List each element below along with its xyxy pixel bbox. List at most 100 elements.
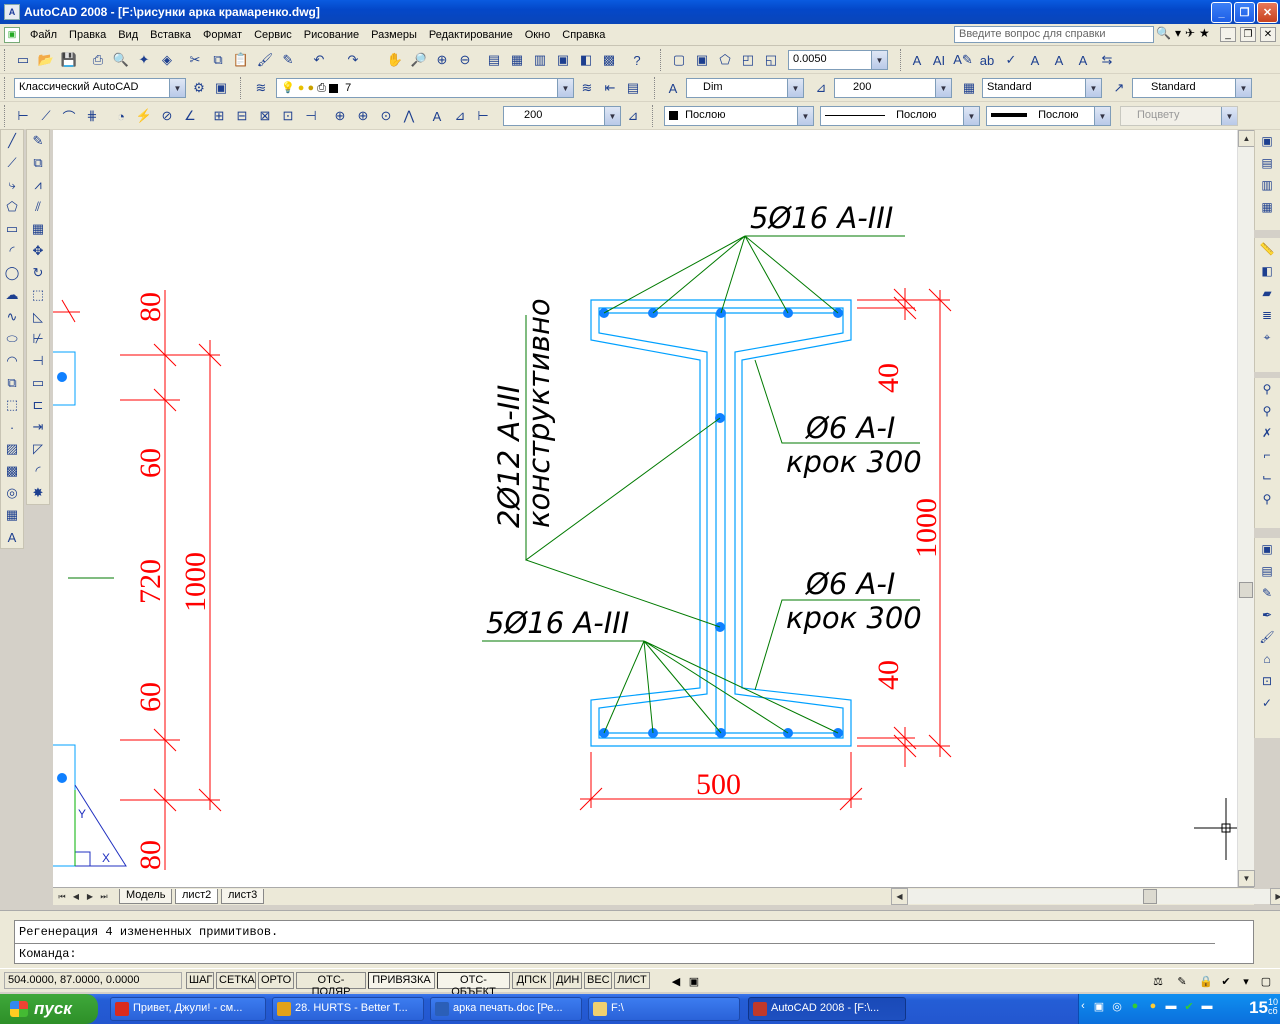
- drawing-canvas[interactable]: 5Ø16 A-III 5Ø16 A-III Ø6 A-I крок 300 Ø6…: [53, 130, 1237, 887]
- chevron-down-icon[interactable]: ▼: [1221, 107, 1237, 125]
- status-toggle-button[interactable]: ПРИВЯЗКА: [368, 972, 435, 989]
- menu-dimension[interactable]: Размеры: [365, 29, 423, 41]
- toolbar-grip[interactable]: [900, 49, 903, 71]
- start-button[interactable]: пуск: [0, 994, 98, 1024]
- edit-text-icon[interactable]: A✎: [953, 51, 973, 69]
- ucs-origin-icon[interactable]: ⌐: [1255, 444, 1279, 466]
- document-icon[interactable]: ▣: [4, 26, 20, 43]
- text-style-manager-icon[interactable]: A: [664, 79, 682, 97]
- close-button[interactable]: ✕: [1257, 2, 1278, 23]
- doc-minimize-button[interactable]: _: [1220, 27, 1236, 42]
- text-icon[interactable]: A: [908, 51, 926, 69]
- undo-icon[interactable]: ↶: [310, 51, 328, 69]
- line-icon[interactable]: ╱: [1, 130, 23, 152]
- left-dim-80-top[interactable]: 80: [134, 292, 167, 322]
- baseline-dim-icon[interactable]: ⊟: [233, 107, 251, 125]
- extend-icon[interactable]: ⊣: [27, 350, 49, 372]
- next-tab-icon[interactable]: ▶: [84, 890, 96, 903]
- ref-save-icon[interactable]: ✓: [1255, 692, 1279, 714]
- break-at-point-icon[interactable]: ▭: [27, 372, 49, 394]
- table-style-icon[interactable]: ▦: [960, 79, 978, 97]
- continue-dim-icon[interactable]: ⊠: [256, 107, 274, 125]
- dim-height-text[interactable]: 1000: [910, 498, 943, 558]
- viewport-single-icon[interactable]: ▣: [693, 51, 711, 69]
- copy-icon[interactable]: ⧉: [209, 51, 227, 69]
- network-icon[interactable]: ✈: [1185, 26, 1195, 40]
- dim-scale-select[interactable]: 200 ▼: [503, 106, 621, 126]
- network-icon[interactable]: ▣: [1091, 998, 1107, 1014]
- gradient-icon[interactable]: ▩: [1, 460, 23, 482]
- tolerance-icon[interactable]: ⊕: [331, 107, 349, 125]
- taskbar-task[interactable]: арка печать.doc [Ре...: [430, 997, 582, 1021]
- layer-manager-icon[interactable]: ≋: [252, 79, 270, 97]
- match-properties-icon[interactable]: 🖌: [256, 51, 274, 69]
- spell-check-icon[interactable]: ✓: [1002, 51, 1020, 69]
- taskbar-task[interactable]: 28. HURTS - Better T...: [272, 997, 424, 1021]
- text-style-icon[interactable]: A: [1026, 51, 1044, 69]
- arc-length-icon[interactable]: ⌒: [60, 107, 78, 125]
- textstyle-select[interactable]: Standard ▼: [982, 78, 1102, 98]
- 3d-dwf-icon[interactable]: ◈: [158, 51, 176, 69]
- aligned-dim-icon[interactable]: ⟋: [37, 107, 55, 125]
- prev-tab-icon[interactable]: ◀: [70, 890, 82, 903]
- chevron-down-icon[interactable]: ▼: [797, 107, 813, 125]
- constructive-label-1[interactable]: 2Ø12 A-III: [492, 385, 526, 528]
- chevron-down-icon[interactable]: ▼: [604, 107, 620, 125]
- left-dim-720[interactable]: 720: [134, 559, 167, 604]
- area-icon[interactable]: ◧: [1255, 260, 1279, 282]
- toolbar-grip[interactable]: [4, 49, 7, 71]
- dimstyle-select[interactable]: Dim ▼: [686, 78, 804, 98]
- menu-format[interactable]: Формат: [197, 29, 248, 41]
- ucs-z-icon[interactable]: ⌙: [1255, 466, 1279, 488]
- ref-pen-icon[interactable]: ✒: [1255, 604, 1279, 626]
- save-icon[interactable]: 💾: [60, 51, 78, 69]
- chevron-down-icon[interactable]: ▼: [557, 79, 573, 97]
- star-icon[interactable]: ★: [1199, 26, 1210, 40]
- table-icon[interactable]: ▦: [1, 504, 23, 526]
- command-prompt[interactable]: Команда:: [19, 945, 77, 963]
- linear-dim-icon[interactable]: ⊢: [14, 107, 32, 125]
- bottom-bars-label[interactable]: 5Ø16 A-III: [486, 606, 629, 640]
- help-search-input[interactable]: Введите вопрос для справки: [954, 26, 1154, 43]
- construction-line-icon[interactable]: ⟋: [1, 152, 23, 174]
- plotstyle-select[interactable]: Поцвету ▼: [1120, 106, 1238, 126]
- bring-front-icon[interactable]: ▣: [1255, 130, 1279, 152]
- new-file-icon[interactable]: ▭: [14, 51, 32, 69]
- taskbar-task[interactable]: AutoCAD 2008 - [F:\...: [748, 997, 906, 1021]
- ref-brush-icon[interactable]: 🖌: [1255, 626, 1279, 648]
- zoom-window-icon[interactable]: ⊕: [433, 51, 451, 69]
- rectangle-icon[interactable]: ▭: [1, 218, 23, 240]
- taskbar-task[interactable]: F:\: [588, 997, 740, 1021]
- center-mark-icon[interactable]: ⊕: [354, 107, 372, 125]
- annotation-scale-icon[interactable]: ⚖: [1150, 973, 1166, 989]
- menu-help[interactable]: Справка: [556, 29, 611, 41]
- markup-icon[interactable]: ◧: [577, 51, 595, 69]
- ucs-icon[interactable]: ⚲: [1255, 400, 1279, 422]
- maximize-button[interactable]: ❐: [1234, 2, 1255, 23]
- chevron-down-icon[interactable]: ▼: [169, 79, 185, 97]
- scale-select[interactable]: 200 ▼: [834, 78, 952, 98]
- dim-style-override-icon[interactable]: ⊿: [624, 107, 642, 125]
- scroll-left-arrow-icon[interactable]: ◀: [668, 973, 684, 989]
- menu-draw[interactable]: Рисование: [298, 29, 365, 41]
- horizontal-scroll-thumb[interactable]: [1143, 889, 1157, 904]
- jogged-linear-icon[interactable]: ⋀: [400, 107, 418, 125]
- paste-icon[interactable]: 📋: [232, 51, 250, 69]
- toolbar-grip[interactable]: [660, 49, 663, 71]
- chevron-down-icon[interactable]: ▼: [1094, 107, 1110, 125]
- left-dim-60-top[interactable]: 60: [134, 448, 167, 478]
- model-paper-icon[interactable]: ▣: [686, 973, 702, 989]
- convert-text-icon[interactable]: ⇆: [1098, 51, 1116, 69]
- offset-icon[interactable]: ⫽: [27, 196, 49, 218]
- chevron-down-icon[interactable]: ▼: [1085, 79, 1101, 97]
- antivirus-icon[interactable]: ✔: [1181, 998, 1197, 1014]
- viewport-clip-icon[interactable]: ◱: [762, 51, 780, 69]
- redo-icon[interactable]: ↷: [344, 51, 362, 69]
- drawing-svg[interactable]: 5Ø16 A-III 5Ø16 A-III Ø6 A-I крок 300 Ø6…: [53, 130, 1237, 887]
- spline-icon[interactable]: ∿: [1, 306, 23, 328]
- ucs-3point-icon[interactable]: ⚲: [1255, 488, 1279, 510]
- design-center-icon[interactable]: ▦: [508, 51, 526, 69]
- explode-icon[interactable]: ✸: [27, 482, 49, 504]
- dim-bottom-flange-text[interactable]: 40: [872, 660, 905, 690]
- left-dim-60-bottom[interactable]: 60: [134, 682, 167, 712]
